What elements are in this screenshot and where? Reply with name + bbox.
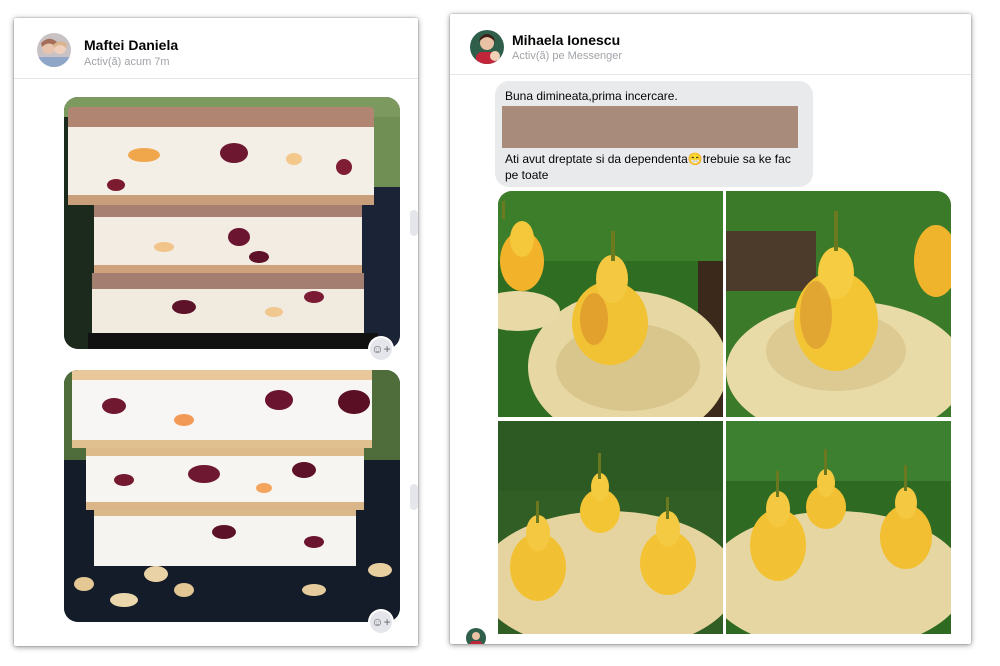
scroll-indicator[interactable]: [410, 210, 418, 236]
react-button[interactable]: ☺+: [370, 338, 392, 360]
message-photo[interactable]: [726, 191, 951, 417]
message-text: trebuie sa ke fac: [702, 152, 791, 166]
message-text-line: Ati avut dreptate si da dependenta😁trebu…: [505, 151, 791, 167]
message-text: Buna dimineata,prima incercare.: [505, 89, 678, 103]
contact-avatar[interactable]: [37, 33, 71, 67]
contact-avatar[interactable]: [470, 30, 504, 64]
contact-name[interactable]: Maftei Daniela: [84, 37, 178, 53]
chat-panel-mihaela: Mihaela Ionescu Activ(ă) pe Messenger Bu…: [450, 14, 971, 644]
message-photo[interactable]: [64, 97, 400, 349]
message-photo[interactable]: [726, 421, 951, 634]
grin-emoji-icon: 😁: [687, 152, 703, 166]
redacted-block: [502, 106, 798, 148]
contact-status: Activ(ă) acum 7m: [84, 56, 170, 68]
contact-name[interactable]: Mihaela Ionescu: [512, 32, 620, 48]
seen-avatar: [466, 628, 486, 644]
message-bubble[interactable]: Buna dimineata,prima incercare. Ati avut…: [495, 81, 813, 187]
message-photo[interactable]: [498, 191, 723, 417]
contact-status: Activ(ă) pe Messenger: [512, 50, 623, 62]
scroll-indicator[interactable]: [410, 484, 418, 510]
chat-panel-maftei: Maftei Daniela Activ(ă) acum 7m ☺+ ☺+: [14, 18, 418, 646]
chat-header: Maftei Daniela Activ(ă) acum 7m: [14, 18, 418, 79]
chat-header: Mihaela Ionescu Activ(ă) pe Messenger: [450, 14, 971, 75]
message-photo[interactable]: [64, 370, 400, 622]
react-button[interactable]: ☺+: [370, 611, 392, 633]
message-text: Ati avut dreptate si da dependenta: [505, 152, 688, 166]
message-photo[interactable]: [498, 421, 723, 634]
message-text: pe toate: [505, 168, 549, 182]
